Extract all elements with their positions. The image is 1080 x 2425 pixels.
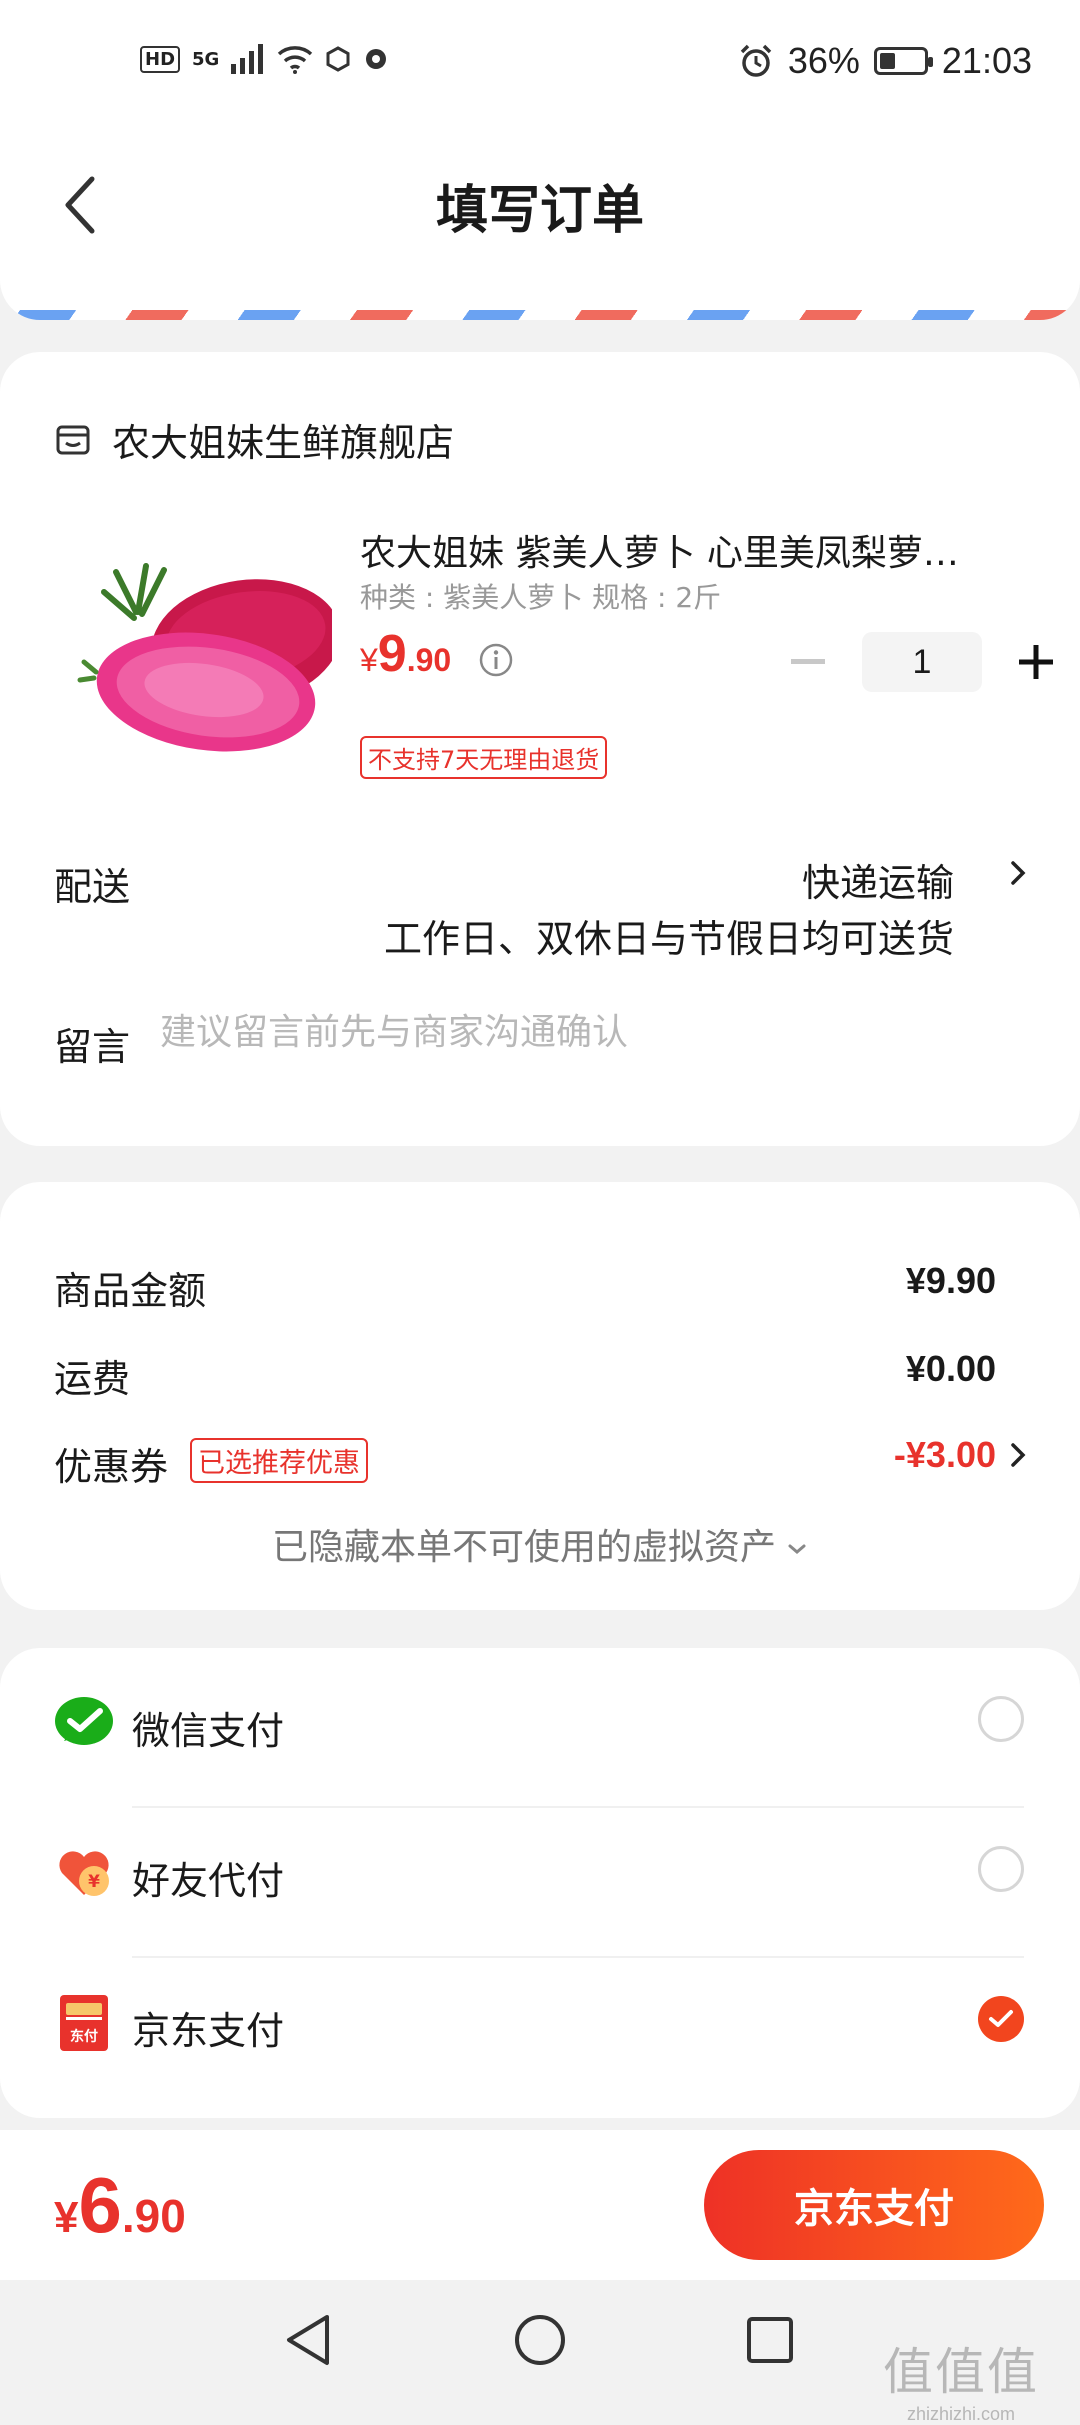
- checkout-bar: ¥6.90 京东支付: [0, 2130, 1080, 2280]
- pay-option-wechat[interactable]: 微信支付: [0, 1648, 1080, 1798]
- wechat-pay-icon: [55, 1697, 113, 1745]
- shipping-fee-label: 运费: [54, 1357, 131, 1401]
- friend-pay-icon: ¥: [59, 1851, 109, 1896]
- status-bar: HD 5G 36% 21:03: [0, 0, 1080, 130]
- total-price: ¥6.90: [54, 2160, 186, 2251]
- hidden-assets-toggle[interactable]: 已隐藏本单不可使用的虚拟资产: [0, 1518, 1080, 1570]
- total-currency: ¥: [54, 2193, 79, 2242]
- pay-button[interactable]: 京东支付: [704, 2150, 1044, 2260]
- envelope-stripes: [0, 310, 1080, 320]
- page-title: 填写订单: [435, 181, 644, 241]
- store-icon: [56, 425, 90, 454]
- triangle-back-icon: [287, 2315, 329, 2365]
- circle-app-icon: [366, 49, 387, 69]
- pay-option-label: 微信支付: [132, 1709, 285, 1753]
- status-left: HD 5G: [140, 44, 389, 74]
- hidden-assets-text: 已隐藏本单不可使用的虚拟资产: [271, 1527, 776, 1568]
- svg-text:¥: ¥: [88, 1872, 100, 1892]
- message-label: 留言: [54, 1025, 131, 1069]
- battery-percent: 36%: [787, 40, 860, 81]
- total-integer: 6: [78, 2161, 122, 2249]
- product-price: ¥9.90: [360, 624, 451, 684]
- increase-button[interactable]: [1008, 634, 1064, 690]
- network-type: 5G: [192, 48, 220, 70]
- pay-option-label: 京东支付: [132, 2009, 285, 2053]
- price-decimal: .90: [406, 642, 452, 678]
- system-recents-button[interactable]: [740, 2310, 800, 2370]
- hexagon-app-icon: [326, 46, 350, 72]
- decrease-button[interactable]: [780, 634, 836, 690]
- product-title[interactable]: 农大姐妹 紫美人萝卜 心里美凤梨萝…: [360, 524, 1010, 576]
- coupon-label: 优惠券: [54, 1445, 169, 1489]
- goods-amount-label: 商品金额: [54, 1269, 207, 1313]
- address-card[interactable]: [0, 280, 1080, 320]
- coupon-badge: 已选推荐优惠: [190, 1438, 368, 1483]
- product-spec: 种类 : 紫美人萝卜 规格 : 2斤: [360, 581, 722, 614]
- chevron-right-icon[interactable]: [1008, 1440, 1028, 1470]
- system-home-button[interactable]: [510, 2310, 570, 2370]
- info-icon[interactable]: [478, 642, 514, 678]
- nav-bar: 填写订单: [0, 130, 1080, 280]
- total-decimal: .90: [121, 2190, 186, 2242]
- square-recents-icon: [747, 2317, 793, 2363]
- signal-icon: [231, 44, 264, 74]
- no-return-tag: 不支持7天无理由退货: [360, 736, 608, 779]
- battery-level: [879, 53, 895, 69]
- system-back-button[interactable]: [278, 2310, 338, 2370]
- jd-pay-icon: 东付: [60, 1995, 108, 2051]
- chevron-down-icon: [788, 1544, 806, 1554]
- svg-text:东付: 东付: [70, 2028, 98, 2045]
- price-currency: ¥: [360, 642, 378, 678]
- pay-option-label: 好友代付: [132, 1859, 285, 1903]
- plus-icon: [1019, 645, 1053, 679]
- store-name: 农大姐妹生鲜旗舰店: [112, 421, 455, 465]
- quantity-value[interactable]: 1: [862, 632, 982, 692]
- pay-option-jd[interactable]: 东付 京东支付: [0, 1948, 1080, 2098]
- status-right: 36% 21:03: [738, 40, 1032, 82]
- product-card: 农大姐妹生鲜旗舰店 农大姐妹 紫美人萝卜 心里美凤梨萝… 种类 : 紫美人萝卜 …: [0, 352, 1080, 1146]
- alarm-icon: [740, 44, 772, 77]
- store-row[interactable]: 农大姐妹生鲜旗舰店: [54, 412, 454, 467]
- product-image[interactable]: [76, 552, 332, 762]
- delivery-method[interactable]: 快递运输: [802, 852, 954, 907]
- checkmark-icon: [989, 2010, 1013, 2027]
- shipping-fee-value: ¥0.00: [905, 1348, 996, 1389]
- battery-icon: [873, 47, 933, 75]
- coupon-value[interactable]: -¥3.00: [894, 1434, 996, 1476]
- watermark: 值值值 zhizhizhi.com: [856, 2332, 1066, 2425]
- radio-unchecked[interactable]: [978, 1846, 1024, 1892]
- wifi-icon: [278, 46, 313, 74]
- price-integer: 9: [377, 625, 407, 683]
- chevron-right-icon[interactable]: [1008, 858, 1028, 888]
- hd-badge: HD: [140, 45, 181, 73]
- watermark-url: zhizhizhi.com: [906, 2404, 1016, 2424]
- amount-card: 商品金额 ¥9.90 运费 ¥0.00 优惠券 已选推荐优惠 -¥3.00 已隐…: [0, 1182, 1080, 1610]
- clock: 21:03: [941, 40, 1032, 81]
- goods-amount-value: ¥9.90: [905, 1260, 996, 1301]
- delivery-label: 配送: [54, 865, 131, 909]
- message-input[interactable]: [160, 1012, 1020, 1053]
- quantity-stepper: 1: [780, 632, 1064, 692]
- radio-unchecked[interactable]: [978, 1696, 1024, 1742]
- payment-card: 微信支付 ¥ 好友代付 东付 京东支付: [0, 1648, 1080, 2118]
- delivery-note: 工作日、双休日与节假日均可送货: [383, 917, 954, 961]
- minus-icon: [791, 659, 825, 664]
- radio-checked[interactable]: [978, 1996, 1024, 2042]
- pay-option-friend[interactable]: ¥ 好友代付: [0, 1798, 1080, 1948]
- watermark-logo: 值值值: [883, 2343, 1039, 2401]
- circle-home-icon: [515, 2315, 565, 2365]
